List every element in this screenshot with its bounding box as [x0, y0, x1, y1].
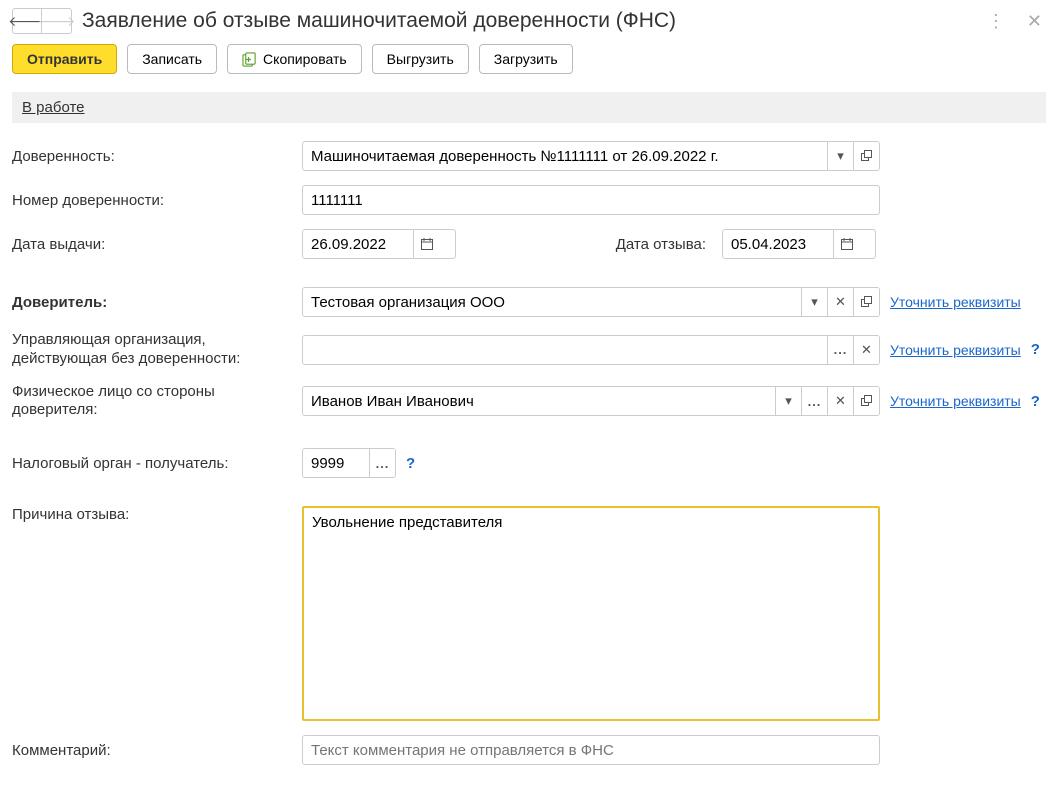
principal-dropdown-icon[interactable]: ▾ — [801, 288, 827, 316]
issue-date-calendar-icon[interactable] — [413, 230, 439, 258]
tax-authority-select-icon[interactable]: ... — [369, 449, 395, 477]
managing-org-clear-icon[interactable]: ✕ — [853, 336, 879, 364]
principal-label: Доверитель: — [12, 294, 292, 311]
close-icon[interactable]: ✕ — [1023, 9, 1046, 34]
copy-button[interactable]: Скопировать — [227, 44, 362, 74]
reason-textarea[interactable] — [302, 506, 880, 721]
principal-person-input[interactable] — [303, 387, 775, 415]
principal-person-open-icon[interactable] — [853, 387, 879, 415]
poa-open-icon[interactable] — [853, 142, 879, 170]
principal-clarify-link[interactable]: Уточнить реквизиты — [890, 294, 1021, 310]
managing-org-input[interactable] — [303, 336, 827, 364]
principal-open-icon[interactable] — [853, 288, 879, 316]
status-link[interactable]: В работе — [22, 99, 85, 116]
more-menu-icon[interactable]: ⋮ — [983, 9, 1009, 34]
comment-label: Комментарий: — [12, 742, 292, 759]
issue-date-label: Дата выдачи: — [12, 236, 292, 253]
principal-person-label: Физическое лицо со стороны доверителя: — [12, 383, 292, 421]
reason-label: Причина отзыва: — [12, 506, 292, 523]
copy-button-label: Скопировать — [263, 51, 347, 67]
tax-authority-help-icon[interactable]: ? — [406, 455, 415, 472]
revoke-date-input[interactable] — [723, 230, 833, 258]
poa-label: Доверенность: — [12, 148, 292, 165]
tax-authority-input[interactable] — [303, 449, 369, 477]
issue-date-input[interactable] — [303, 230, 413, 258]
poa-number-input[interactable] — [302, 185, 880, 215]
poa-number-label: Номер доверенности: — [12, 192, 292, 209]
save-button[interactable]: Записать — [127, 44, 217, 74]
send-button[interactable]: Отправить — [12, 44, 117, 74]
managing-org-help-icon[interactable]: ? — [1031, 341, 1040, 358]
principal-input[interactable] — [303, 288, 801, 316]
principal-person-help-icon[interactable]: ? — [1031, 393, 1040, 410]
comment-input[interactable] — [302, 735, 880, 765]
principal-person-clarify-link[interactable]: Уточнить реквизиты — [890, 393, 1021, 409]
principal-person-dropdown-icon[interactable]: ▾ — [775, 387, 801, 415]
export-button[interactable]: Выгрузить — [372, 44, 469, 74]
copy-icon — [242, 52, 257, 67]
principal-person-clear-icon[interactable]: ✕ — [827, 387, 853, 415]
revoke-date-calendar-icon[interactable] — [833, 230, 859, 258]
import-button[interactable]: Загрузить — [479, 44, 573, 74]
managing-org-select-icon[interactable]: ... — [827, 336, 853, 364]
tax-authority-label: Налоговый орган - получатель: — [12, 455, 292, 472]
principal-person-select-icon[interactable]: ... — [801, 387, 827, 415]
page-title: Заявление об отзыве машиночитаемой довер… — [82, 9, 973, 33]
nav-forward-button: 🡒 — [42, 8, 72, 34]
revoke-date-label: Дата отзыва: — [616, 236, 706, 253]
status-bar: В работе — [12, 92, 1046, 123]
managing-org-label: Управляющая организация, действующая без… — [12, 331, 292, 369]
principal-clear-icon[interactable]: ✕ — [827, 288, 853, 316]
poa-input[interactable] — [303, 142, 827, 170]
arrow-right-icon: 🡒 — [38, 13, 76, 30]
poa-dropdown-icon[interactable]: ▾ — [827, 142, 853, 170]
managing-org-clarify-link[interactable]: Уточнить реквизиты — [890, 342, 1021, 358]
